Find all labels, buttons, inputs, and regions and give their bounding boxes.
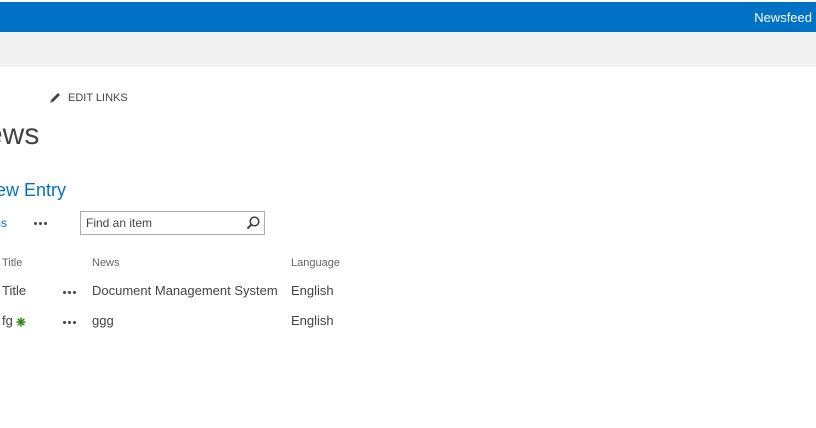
- table-row-news-cell: ggg: [92, 313, 114, 328]
- edit-links-button[interactable]: EDIT LINKS: [48, 91, 128, 105]
- search-box: [80, 211, 265, 235]
- row-ellipsis-menu-icon[interactable]: [62, 287, 78, 297]
- table-row-language-cell: English: [291, 283, 334, 298]
- top-suite-bar: Newsfeed: [0, 0, 816, 32]
- newsfeed-link[interactable]: Newsfeed: [754, 10, 812, 26]
- row-ellipsis-menu-icon[interactable]: [62, 317, 78, 327]
- new-item-icon: [16, 316, 26, 327]
- new-entry-link[interactable]: lew Entry: [0, 178, 66, 202]
- table-row-title-label: fg: [2, 313, 13, 328]
- search-icon[interactable]: [245, 215, 261, 231]
- column-header-title[interactable]: Title: [2, 256, 22, 270]
- view-ellipsis-menu-icon[interactable]: [33, 218, 49, 228]
- column-header-language[interactable]: Language: [291, 256, 340, 270]
- ribbon-bar: [0, 32, 816, 67]
- table-row-language-cell: English: [291, 313, 334, 328]
- table-row-title-link[interactable]: Title: [2, 283, 26, 299]
- page-title: ews: [0, 118, 40, 151]
- search-input[interactable]: [81, 212, 246, 234]
- table-row-title-link[interactable]: fg: [2, 313, 26, 329]
- table-row-news-cell: Document Management System: [92, 283, 278, 298]
- pencil-icon: [50, 93, 60, 103]
- edit-links-label: EDIT LINKS: [68, 92, 128, 104]
- column-header-news[interactable]: News: [92, 256, 120, 270]
- view-selector-link[interactable]: ms: [0, 216, 7, 230]
